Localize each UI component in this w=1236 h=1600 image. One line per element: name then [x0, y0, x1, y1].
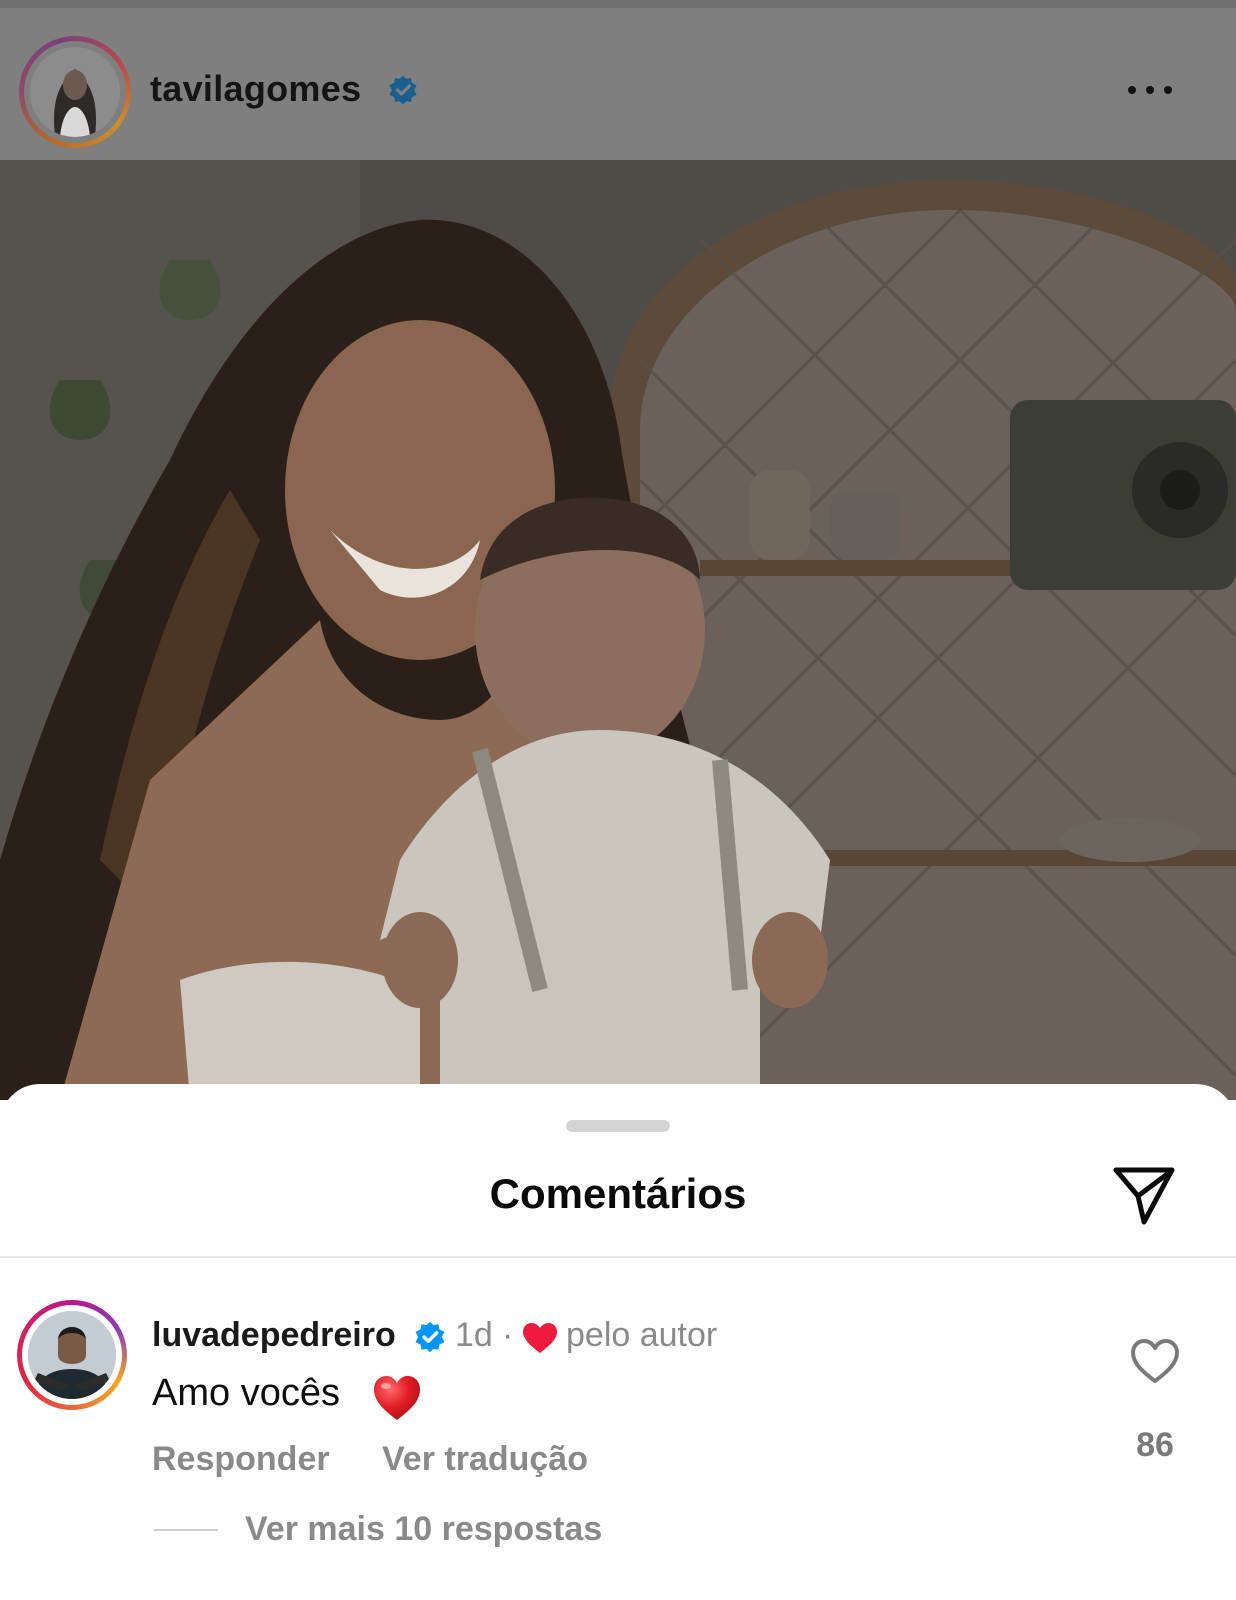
avatar-illustration [30, 47, 120, 137]
heart-filled-icon [523, 1323, 557, 1353]
verified-badge-icon [389, 75, 417, 105]
see-translation-button[interactable]: Ver tradução [382, 1440, 588, 1479]
post-header: tavilagomes [0, 0, 1236, 160]
commenter-avatar[interactable] [17, 1300, 127, 1410]
divider [0, 1256, 1236, 1258]
comment-text: Amo vocês [152, 1372, 340, 1414]
more-options-icon[interactable] [1120, 78, 1180, 102]
sheet-drag-handle[interactable] [566, 1120, 670, 1132]
reply-button[interactable]: Responder [152, 1440, 330, 1479]
comments-sheet: Comentários luvadepedreiro 1d · pelo aut… [0, 1084, 1236, 1600]
comment-timestamp: 1d [455, 1316, 493, 1354]
separator-dot: · [502, 1316, 514, 1354]
liked-by-author-label: pelo autor [566, 1316, 718, 1354]
sheet-title: Comentários [489, 1170, 747, 1217]
post-author-username[interactable]: tavilagomes [150, 68, 361, 110]
replies-line [154, 1529, 218, 1531]
avatar-illustration [28, 1311, 116, 1399]
commenter-username[interactable]: luvadepedreiro [152, 1316, 396, 1355]
comment-like-count: 86 [1136, 1426, 1174, 1464]
view-more-replies-button[interactable]: Ver mais 10 respostas [245, 1510, 602, 1549]
avatar-photo [28, 1311, 116, 1399]
post-author-avatar[interactable] [19, 36, 131, 148]
red-heart-emoji-icon [374, 1376, 420, 1420]
paper-plane-icon[interactable] [1108, 1160, 1180, 1232]
heart-outline-icon[interactable] [1130, 1338, 1180, 1384]
post-photo-illustration [0, 160, 1236, 1100]
avatar-photo [30, 47, 120, 137]
post-image [0, 160, 1236, 1100]
verified-badge-icon [415, 1321, 445, 1353]
